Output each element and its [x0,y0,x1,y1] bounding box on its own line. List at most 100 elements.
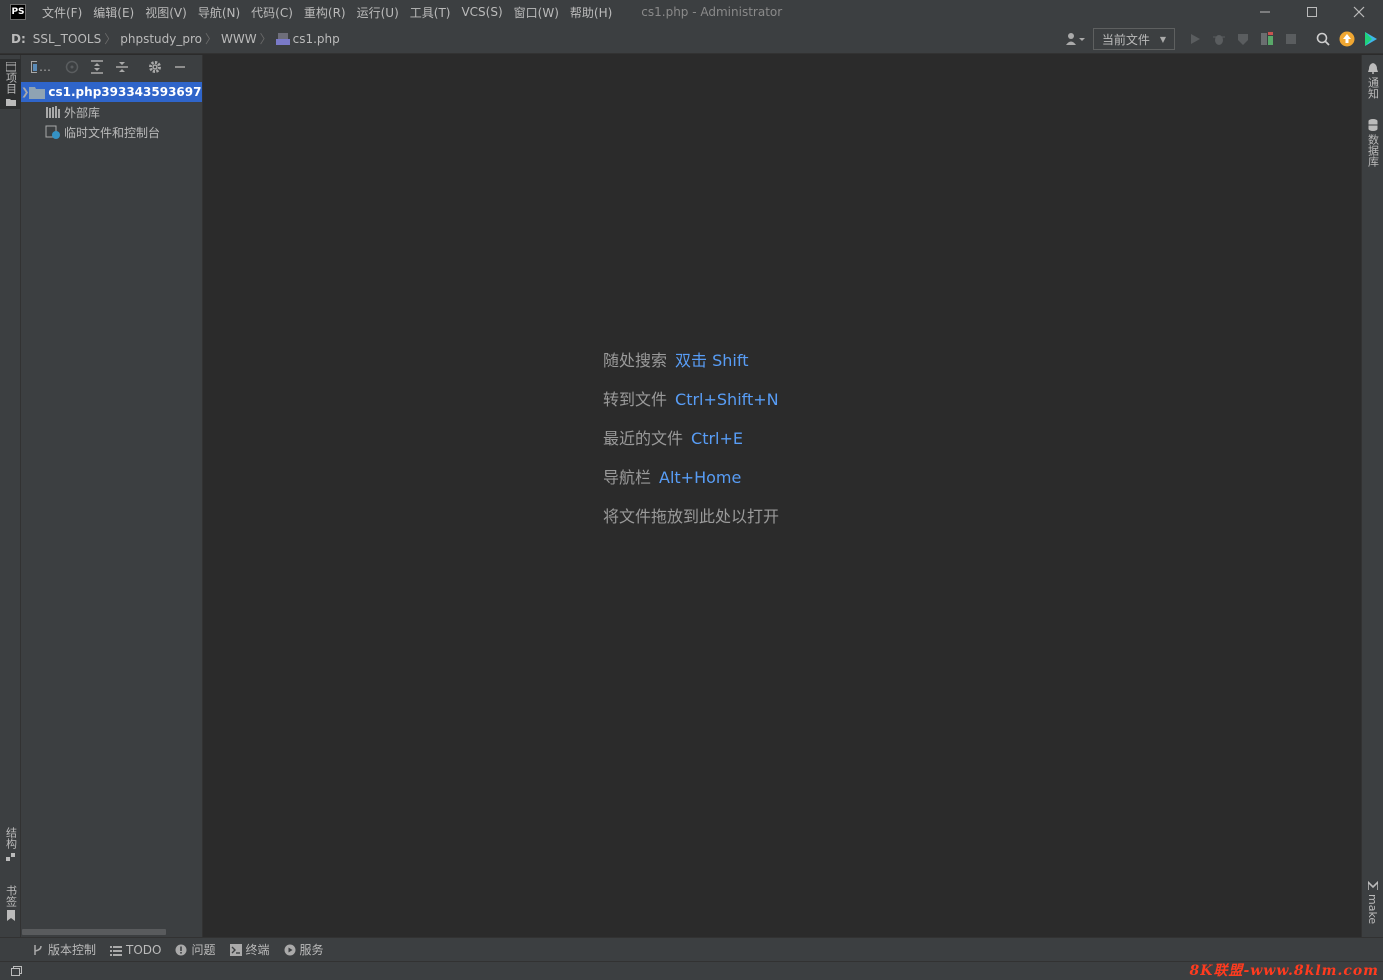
tab-label: 版本控制 [48,943,97,957]
tab-version-control[interactable]: 版本控制 [32,941,96,958]
tab-label: 问题 [191,943,216,957]
debug-icon [1213,35,1225,45]
breadcrumb-separator: 〉 [259,32,272,46]
bell-icon [1367,63,1378,74]
database-tool-tab[interactable]: 数据库 [1362,119,1383,175]
bookmarks-tool-tab[interactable]: 书签 [0,885,21,929]
user-icon [1065,33,1085,45]
make-icon [1367,881,1378,890]
select-opened-file-button[interactable] [62,57,82,77]
main-toolbar: 当前文件 ▼ [1063,24,1383,54]
stop-button[interactable] [1279,27,1303,51]
menu-file[interactable]: 文件(F) [42,4,82,21]
menu-tools[interactable]: 工具(T) [410,4,451,21]
run-icon [1191,34,1200,44]
user-button[interactable] [1063,27,1087,51]
project-view-selector[interactable]: … [31,57,51,77]
project-panel: … ❯ cs1.php3933435936975 外部库 临时文件和控制台 [21,55,203,937]
notifications-tool-tab[interactable]: 通知 [1362,63,1383,107]
collapse-all-button[interactable] [112,57,132,77]
ide-update-button[interactable] [1335,27,1359,51]
debug-button[interactable] [1207,27,1231,51]
library-icon [45,104,61,120]
locate-icon [65,60,79,74]
hint-text: 转到文件 [603,390,668,409]
tool-window-toggle-icon[interactable] [10,965,22,977]
menu-navigate[interactable]: 导航(N) [198,4,240,21]
todo-icon [110,945,123,956]
breadcrumb-item-www[interactable]: WWW [221,32,257,46]
make-tool-tab[interactable]: make [1362,881,1383,929]
editor-area: 随处搜索 双击 Shift 转到文件 Ctrl+Shift+N 最近的文件 Ctrl+… [203,55,1361,937]
menu-run[interactable]: 运行(U) [357,4,399,21]
minimize-button[interactable] [1242,0,1288,24]
project-tool-label: 项目 [4,72,18,94]
menu-edit[interactable]: 编辑(E) [93,4,134,21]
chevron-down-icon: ▼ [1159,34,1166,44]
horizontal-scrollbar[interactable] [22,929,166,935]
database-icon [1368,119,1377,131]
window-title: cs1.php - Administrator [641,5,783,19]
watermark-text: 8K联盟-www.8klm.com [1189,963,1379,979]
structure-tool-label: 结构 [4,827,18,849]
menu-code[interactable]: 代码(C) [251,4,293,21]
ellipsis-icon: … [39,60,51,74]
tree-item-label: cs1.php3933435936975 [48,85,202,99]
hint-shortcut: Ctrl+E [691,429,743,448]
left-tool-stripe: 项目 结构 书签 [0,55,21,937]
breadcrumb-item-phpstudy[interactable]: phpstudy_pro [120,32,202,46]
hint-text: 导航栏 [603,468,652,487]
breadcrumb-separator: 〉 [104,32,117,46]
close-icon [1353,6,1365,18]
tree-item-label: 外部库 [64,105,101,120]
close-window-button[interactable] [1336,0,1382,24]
project-panel-toolbar: … [21,55,202,79]
tab-services[interactable]: 服务 [284,941,324,958]
breadcrumb-item-file[interactable]: cs1.php [293,32,340,46]
coverage-button[interactable] [1231,27,1255,51]
breadcrumb-item-ssl-tools[interactable]: SSL_TOOLS [33,32,101,46]
problems-icon [175,944,187,955]
run-config-select[interactable]: 当前文件 ▼ [1092,28,1175,50]
hint-text: 随处搜索 [603,351,668,370]
hint-shortcut: Ctrl+Shift+N [675,390,779,409]
menu-window[interactable]: 窗口(W) [514,4,559,21]
phpstorm-logo: PS [10,4,26,20]
breadcrumb-drive[interactable]: D: [11,32,26,46]
menu-help[interactable]: 帮助(H) [570,4,612,21]
structure-tool-tab[interactable]: 结构 [0,827,21,871]
tree-item-project-root[interactable]: ❯ cs1.php3933435936975 [21,82,202,102]
hint-navigation-bar: 导航栏 Alt+Home [603,464,779,503]
search-everywhere-button[interactable] [1311,27,1335,51]
breadcrumb: D: SSL_TOOLS 〉 phpstudy_pro 〉 WWW 〉 cs1.… [11,30,340,47]
tab-problems[interactable]: 问题 [175,941,216,958]
tab-terminal[interactable]: 终端 [229,941,270,958]
panel-settings-button[interactable] [145,57,165,77]
project-tool-tab[interactable]: 项目 [0,59,21,109]
search-icon [1316,32,1330,46]
toolbox-button[interactable] [1359,27,1383,51]
menu-refactor[interactable]: 重构(R) [304,4,346,21]
tree-item-scratches[interactable]: 临时文件和控制台 [21,122,202,142]
run-button[interactable] [1183,27,1207,51]
tree-item-external-libraries[interactable]: 外部库 [21,102,202,122]
navigation-bar: D: SSL_TOOLS 〉 phpstudy_pro 〉 WWW 〉 cs1.… [0,24,1383,54]
menu-vcs[interactable]: VCS(S) [461,5,502,19]
hint-search-everywhere: 随处搜索 双击 Shift [603,347,779,386]
services-icon [284,944,296,955]
chevron-right-icon[interactable]: ❯ [21,87,29,98]
hint-goto-file: 转到文件 Ctrl+Shift+N [603,386,779,425]
coverage-icon [1238,34,1248,45]
php-file-icon [275,32,290,45]
profile-button[interactable] [1255,27,1279,51]
menu-view[interactable]: 视图(V) [145,4,187,21]
hint-drop-files: 将文件拖放到此处以打开 [603,503,779,542]
vcs-icon [34,944,42,955]
stop-icon [1286,34,1296,44]
project-tab-icon [5,62,16,72]
expand-all-button[interactable] [87,57,107,77]
tab-todo[interactable]: TODO [110,943,161,957]
folder-icon [5,99,16,106]
hide-panel-button[interactable] [170,57,190,77]
maximize-button[interactable] [1289,0,1335,24]
